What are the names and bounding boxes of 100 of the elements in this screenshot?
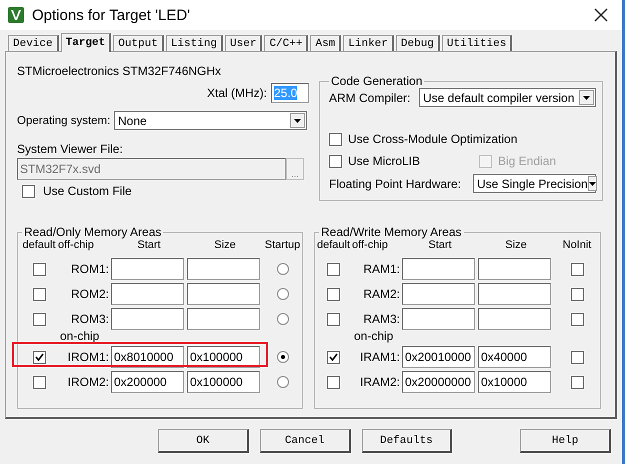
address-field[interactable] bbox=[111, 283, 184, 305]
column-header: Size bbox=[504, 239, 528, 253]
checkbox[interactable] bbox=[32, 262, 46, 276]
checkbox[interactable] bbox=[327, 262, 340, 276]
radio-button[interactable] bbox=[276, 263, 288, 275]
size-field[interactable]: 0x10000 bbox=[478, 371, 551, 393]
tab[interactable]: Linker bbox=[343, 35, 394, 51]
dialog-button[interactable]: Defaults bbox=[362, 429, 452, 453]
tab[interactable]: Utilities bbox=[442, 35, 512, 51]
tab[interactable]: Device bbox=[8, 35, 59, 51]
row-label: IRAM1: bbox=[360, 350, 400, 364]
section-label: on-chip bbox=[60, 329, 100, 343]
window-title: Options for Target 'LED' bbox=[32, 6, 192, 24]
tab[interactable]: Target bbox=[60, 33, 112, 52]
tab[interactable]: Output bbox=[113, 35, 164, 51]
checkbox[interactable] bbox=[570, 312, 584, 326]
checkbox-label: Use Custom File bbox=[43, 184, 132, 198]
column-header: default bbox=[316, 239, 352, 253]
dialog-button[interactable]: OK bbox=[158, 429, 249, 453]
checkbox[interactable] bbox=[570, 376, 584, 388]
address-field[interactable]: 0x20010000 bbox=[402, 346, 475, 368]
tab[interactable]: Debug bbox=[396, 35, 440, 51]
column-header: default bbox=[21, 239, 57, 253]
address-field[interactable]: 0x8010000 bbox=[111, 346, 184, 368]
size-field[interactable] bbox=[187, 283, 260, 305]
device-name: STMicroelectronics STM32F746NGHx bbox=[17, 64, 222, 78]
row-label: ROM2: bbox=[70, 287, 109, 301]
field-label: ARM Compiler: bbox=[329, 90, 410, 104]
size-field[interactable] bbox=[478, 258, 551, 280]
field-label: Xtal (MHz): bbox=[207, 86, 267, 100]
size-field[interactable]: 0x40000 bbox=[478, 346, 551, 368]
row-label: ROM3: bbox=[70, 312, 109, 326]
checkbox[interactable] bbox=[570, 262, 584, 276]
dialog-button[interactable]: Cancel bbox=[260, 429, 350, 453]
group-title: Code Generation bbox=[330, 74, 424, 88]
radio-button[interactable] bbox=[276, 313, 288, 325]
checkbox[interactable] bbox=[570, 350, 584, 364]
column-header: off-chip bbox=[58, 239, 95, 253]
checkbox[interactable] bbox=[32, 288, 46, 300]
checkbox[interactable] bbox=[327, 312, 340, 326]
size-field[interactable]: 0x100000 bbox=[187, 371, 260, 393]
checkbox[interactable] bbox=[327, 350, 340, 364]
address-field[interactable] bbox=[111, 258, 184, 280]
address-field[interactable] bbox=[402, 283, 475, 305]
checkbox[interactable] bbox=[22, 184, 35, 198]
row-label: IROM2: bbox=[68, 375, 109, 389]
size-field[interactable] bbox=[187, 258, 260, 280]
field-label: Floating Point Hardware: bbox=[329, 176, 462, 190]
column-header: Start bbox=[136, 239, 162, 253]
row-label: RAM3: bbox=[363, 312, 400, 326]
caret-down-icon bbox=[588, 182, 596, 186]
app-icon bbox=[8, 7, 24, 23]
checkbox[interactable] bbox=[570, 288, 584, 300]
dialog-button[interactable]: Help bbox=[520, 429, 611, 453]
caret-down-icon bbox=[294, 118, 301, 122]
checkbox[interactable] bbox=[327, 288, 340, 300]
section-label: on-chip bbox=[354, 329, 394, 343]
checkbox[interactable] bbox=[32, 376, 46, 388]
radio-button[interactable] bbox=[276, 376, 288, 388]
checkbox[interactable] bbox=[327, 376, 340, 388]
tab[interactable]: Asm bbox=[310, 35, 342, 51]
row-label: RAM1: bbox=[363, 262, 400, 276]
column-header: off-chip bbox=[352, 239, 389, 253]
size-field[interactable] bbox=[478, 283, 551, 305]
tab[interactable]: Listing bbox=[166, 35, 224, 51]
checkbox-label: Use Cross-Module Optimization bbox=[348, 132, 518, 146]
checkbox[interactable] bbox=[32, 312, 46, 326]
caret-down-icon bbox=[583, 96, 590, 100]
radio-button[interactable] bbox=[276, 288, 288, 300]
row-label: RAM2: bbox=[363, 287, 400, 301]
group-title: Read/Write Memory Areas bbox=[320, 225, 462, 239]
checkbox[interactable] bbox=[32, 350, 46, 364]
compiler-dropdown[interactable]: Use default compiler version bbox=[419, 88, 596, 107]
column-header: Startup bbox=[264, 239, 302, 253]
address-field[interactable] bbox=[402, 258, 475, 280]
address-field[interactable] bbox=[402, 308, 475, 330]
tab[interactable]: User bbox=[225, 35, 262, 51]
size-field[interactable]: 0x100000 bbox=[187, 346, 260, 368]
close-icon[interactable] bbox=[594, 8, 608, 22]
checkbox[interactable] bbox=[329, 154, 342, 168]
column-header: Size bbox=[213, 239, 237, 253]
address-field[interactable]: 0x200000 bbox=[111, 371, 184, 393]
column-header: NoInit bbox=[562, 239, 592, 253]
os-dropdown[interactable]: None bbox=[114, 111, 307, 130]
column-header: Start bbox=[427, 239, 453, 253]
field-label: System Viewer File: bbox=[17, 142, 124, 156]
fpu-dropdown[interactable]: Use Single Precision bbox=[473, 174, 596, 193]
row-label: IRAM2: bbox=[360, 375, 400, 389]
address-field[interactable] bbox=[111, 308, 184, 330]
address-field[interactable]: 0x20000000 bbox=[402, 371, 475, 393]
field-label: Operating system: bbox=[17, 114, 112, 126]
row-label: IROM1: bbox=[68, 350, 109, 364]
size-field[interactable] bbox=[478, 308, 551, 330]
tab[interactable]: C/C++ bbox=[264, 35, 308, 51]
checkbox-label: Use MicroLIB bbox=[348, 154, 420, 168]
row-label: ROM1: bbox=[70, 262, 109, 276]
checkbox[interactable] bbox=[329, 132, 342, 146]
radio-button[interactable] bbox=[276, 351, 288, 363]
size-field[interactable] bbox=[187, 308, 260, 330]
group-title: Read/Only Memory Areas bbox=[23, 225, 162, 239]
